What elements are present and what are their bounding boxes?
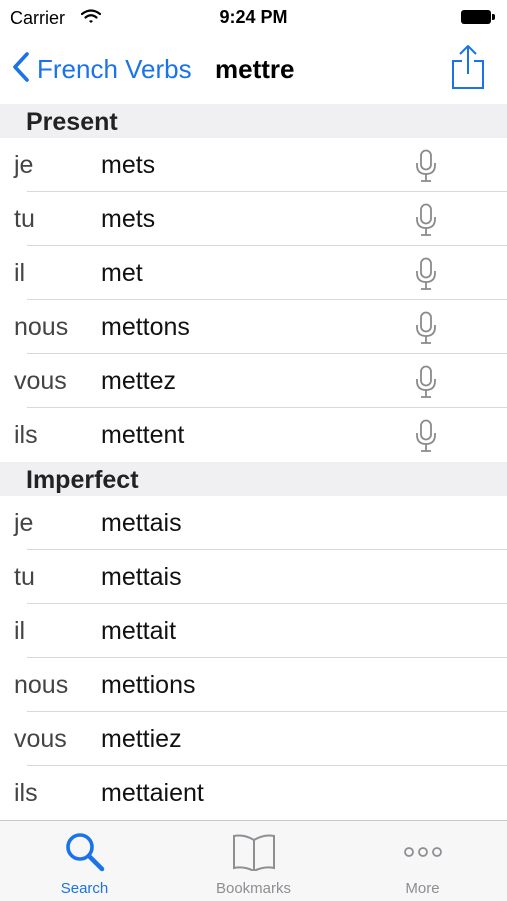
search-icon [64,831,106,878]
back-button[interactable]: French Verbs [12,51,192,88]
microphone-icon[interactable] [414,311,438,345]
microphone-icon[interactable] [414,257,438,291]
tab-more[interactable]: More [338,821,507,901]
conjugation-row[interactable]: il met [0,246,507,300]
tab-label: Search [60,880,109,897]
verb-form: mettaient [101,779,204,807]
pronoun-label: vous [14,367,67,395]
section-header-imperfect: Imperfect [0,462,507,496]
verb-form: mets [101,151,156,179]
pronoun-label: ils [14,779,38,807]
conjugation-row[interactable]: je mettais [0,496,507,550]
pronoun-label: je [14,509,34,537]
verb-form: mettais [101,509,182,537]
conjugation-row[interactable]: ils mettaient [0,766,507,820]
pronoun-label: nous [14,671,69,699]
pronoun-label: tu [14,205,35,233]
conjugation-row[interactable]: tu mettais [0,550,507,604]
conjugation-row[interactable]: nous mettions [0,658,507,712]
verb-form: mettions [101,671,196,699]
section-header-present: Present [0,104,507,138]
pronoun-label: nous [14,313,69,341]
page-title: mettre [215,54,295,84]
verb-form: mettais [101,563,182,591]
conjugation-row[interactable]: tu mets [0,192,507,246]
share-icon [452,45,484,89]
pronoun-label: tu [14,563,35,591]
microphone-icon[interactable] [414,149,438,183]
tab-label: Bookmarks [215,880,292,897]
verb-form: mettons [101,313,190,341]
book-icon [231,831,277,876]
tab-label: More [405,880,440,897]
microphone-icon[interactable] [414,365,438,399]
back-button-label: French Verbs [37,53,192,84]
status-time: 9:24 PM [219,7,288,27]
section-title: Present [26,108,118,136]
conjugation-row[interactable]: vous mettez [0,354,507,408]
chevron-left-icon [12,51,30,88]
battery-icon [461,10,495,24]
microphone-icon[interactable] [414,203,438,237]
verb-form: met [101,259,143,287]
share-button[interactable] [448,43,488,91]
tab-search[interactable]: Search [0,821,169,901]
conjugation-row[interactable]: ils mettent [0,408,507,462]
verb-form: mets [101,205,156,233]
pronoun-label: il [14,259,26,287]
tab-bar: Search Bookmarks More [0,820,507,901]
pronoun-label: vous [14,725,67,753]
conjugation-row[interactable]: vous mettiez [0,712,507,766]
status-bar: Carrier 9:24 PM [0,0,507,36]
more-icon [403,845,443,863]
conjugation-row[interactable]: il mettait [0,604,507,658]
verb-form: mettiez [101,725,182,753]
conjugation-row[interactable]: nous mettons [0,300,507,354]
pronoun-label: je [14,151,34,179]
pronoun-label: il [14,617,26,645]
conjugation-row[interactable]: je mets [0,138,507,192]
section-title: Imperfect [26,466,139,494]
microphone-icon[interactable] [414,419,438,453]
tab-bookmarks[interactable]: Bookmarks [169,821,338,901]
nav-bar: French Verbs mettre [0,36,507,104]
verb-form: mettez [101,367,177,395]
pronoun-label: ils [14,421,38,449]
verb-form: mettait [101,617,177,645]
verb-form: mettent [101,421,185,449]
